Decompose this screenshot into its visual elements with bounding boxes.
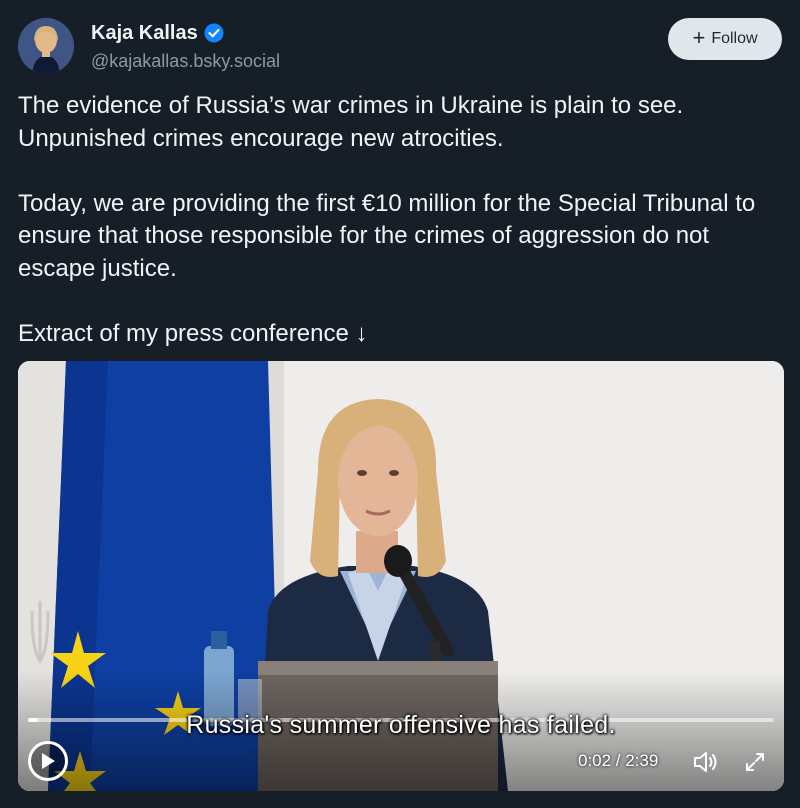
fullscreen-button[interactable]: [740, 747, 770, 777]
volume-button[interactable]: [690, 747, 720, 777]
author-name-row[interactable]: Kaja Kallas: [91, 20, 224, 46]
verified-badge-icon[interactable]: [204, 23, 224, 43]
play-icon: [42, 753, 55, 769]
author-handle[interactable]: @kajakallas.bsky.social: [91, 48, 280, 74]
fullscreen-icon: [746, 753, 764, 771]
post-text: The evidence of Russia’s war crimes in U…: [18, 90, 782, 350]
follow-button-label: Follow: [711, 30, 758, 47]
post-header: Kaja Kallas @kajakallas.bsky.social + Fo…: [18, 18, 782, 74]
post-paragraph: The evidence of Russia’s war crimes in U…: [18, 92, 684, 152]
post-paragraph: Extract of my press conference ↓: [18, 319, 368, 347]
volume-icon: [694, 752, 717, 772]
video-player[interactable]: Russia's summer offensive has failed. 0:…: [18, 361, 784, 791]
post-paragraph: Today, we are providing the first €10 mi…: [18, 189, 756, 282]
avatar[interactable]: [18, 18, 74, 74]
video-time: 0:02 / 2:39: [578, 751, 659, 770]
plus-icon: +: [692, 25, 706, 50]
author-display-name[interactable]: Kaja Kallas: [91, 20, 198, 46]
author-info: Kaja Kallas @kajakallas.bsky.social: [91, 20, 280, 74]
follow-button[interactable]: + Follow: [668, 18, 782, 60]
play-button[interactable]: [28, 741, 68, 781]
video-subtitle: Russia's summer offensive has failed.: [186, 711, 616, 739]
